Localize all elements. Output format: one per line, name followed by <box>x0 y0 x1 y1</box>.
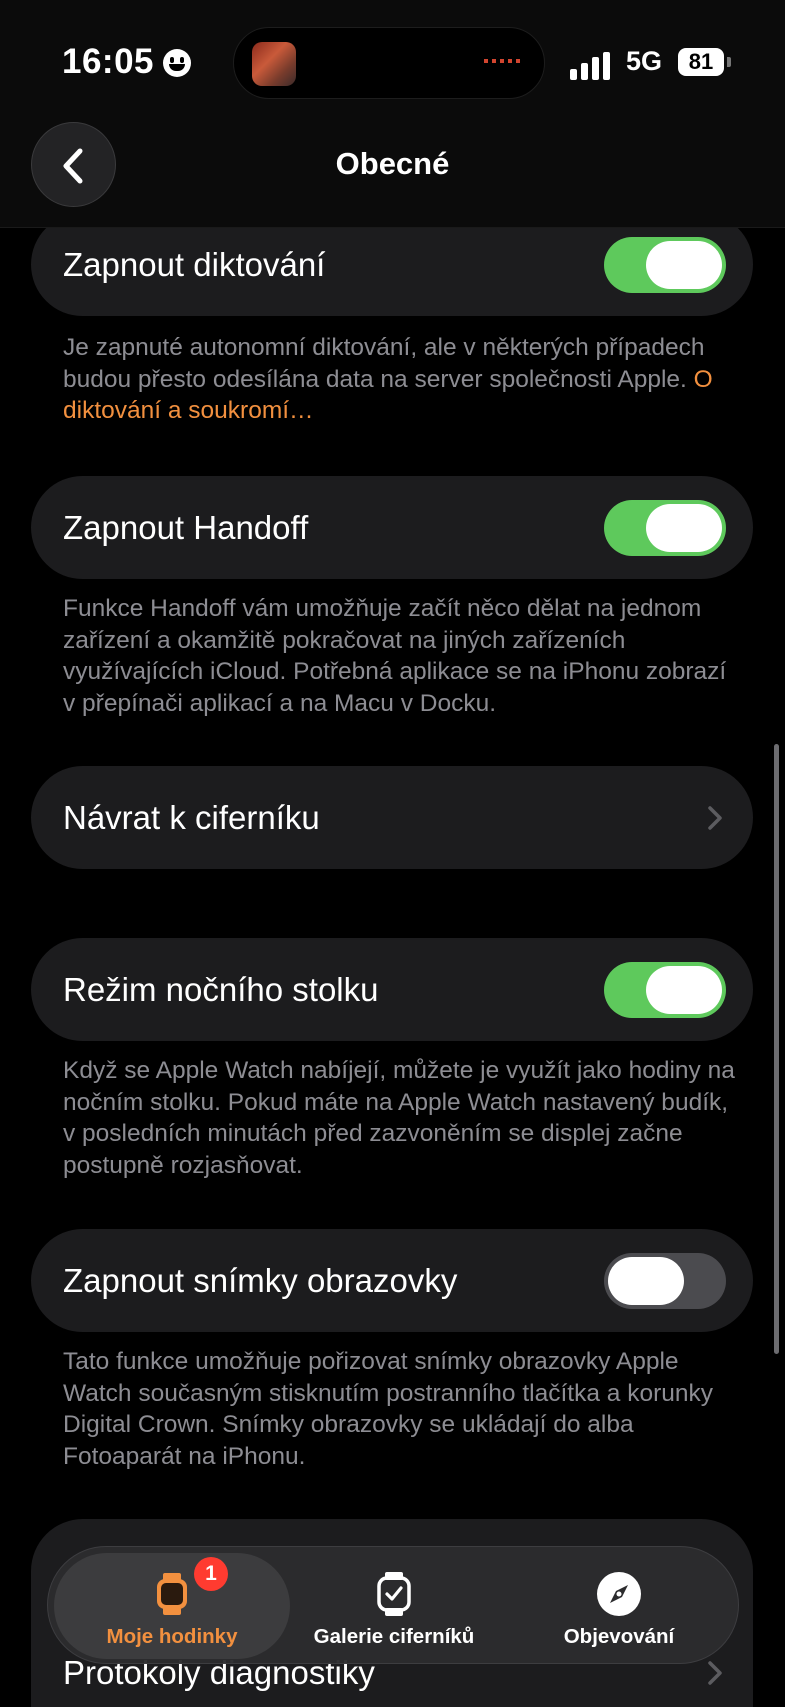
status-time: 16:05 <box>62 42 155 81</box>
tab-label: Objevování <box>563 1625 675 1648</box>
screenshots-row: Zapnout snímky obrazovky <box>31 1229 753 1332</box>
dictation-toggle[interactable] <box>604 236 726 293</box>
page-title: Obecné <box>335 146 450 181</box>
dynamic-island[interactable] <box>233 27 545 99</box>
chevron-right-icon <box>708 1661 722 1685</box>
cellular-signal-icon <box>570 52 612 80</box>
tab-label: Moje hodinky <box>106 1625 238 1648</box>
navigation-bar: Obecné <box>0 120 785 228</box>
tab-my-watch[interactable]: 1 Moje hodinky <box>54 1547 290 1663</box>
nightstand-label: Režim nočního stolku <box>63 970 379 1008</box>
nightstand-footnote: Když se Apple Watch nabíjejí, můžete je … <box>63 1057 735 1179</box>
scrollbar[interactable] <box>774 744 779 1354</box>
return-to-clock-row[interactable]: Návrat k ciferníku <box>31 766 753 869</box>
handoff-toggle[interactable] <box>604 499 726 556</box>
dictation-label: Zapnout diktování <box>63 245 326 283</box>
tab-discover[interactable]: Objevování <box>504 1547 734 1663</box>
network-type: 5G <box>626 46 663 76</box>
handoff-row: Zapnout Handoff <box>31 476 753 579</box>
status-bar: 16:05 5G 81 <box>0 0 785 120</box>
return-to-clock-label: Návrat k ciferníku <box>63 798 320 836</box>
screenshots-footnote: Tato funkce umožňuje pořizovat snímky ob… <box>63 1348 713 1470</box>
focus-smiley-icon <box>163 49 191 77</box>
handoff-footnote: Funkce Handoff vám umožňuje začít něco d… <box>63 595 727 717</box>
tab-label: Galerie ciferníků <box>313 1625 475 1648</box>
nightstand-row: Režim nočního stolku <box>31 938 753 1041</box>
screenshots-toggle[interactable] <box>604 1252 726 1309</box>
battery-level: 81 <box>688 49 714 74</box>
watch-face-gallery-icon <box>377 1572 411 1616</box>
watch-icon <box>157 1573 187 1615</box>
now-playing-artwork <box>252 42 296 86</box>
tab-bar: 1 Moje hodinky Galerie ciferníků Objevov… <box>47 1546 739 1664</box>
screenshots-label: Zapnout snímky obrazovky <box>63 1261 458 1299</box>
battery-tip <box>727 57 731 67</box>
dictation-row: Zapnout diktování <box>31 213 753 316</box>
compass-icon <box>597 1572 641 1616</box>
handoff-label: Zapnout Handoff <box>63 508 309 546</box>
battery-icon: 81 <box>678 48 724 76</box>
dictation-footnote: Je zapnuté autonomní diktování, ale v ně… <box>63 334 713 424</box>
notification-badge: 1 <box>194 1557 228 1591</box>
tab-face-gallery[interactable]: Galerie ciferníků <box>284 1547 504 1663</box>
audio-waveform-icon <box>484 59 524 63</box>
chevron-right-icon <box>708 805 722 830</box>
nightstand-toggle[interactable] <box>604 961 726 1018</box>
